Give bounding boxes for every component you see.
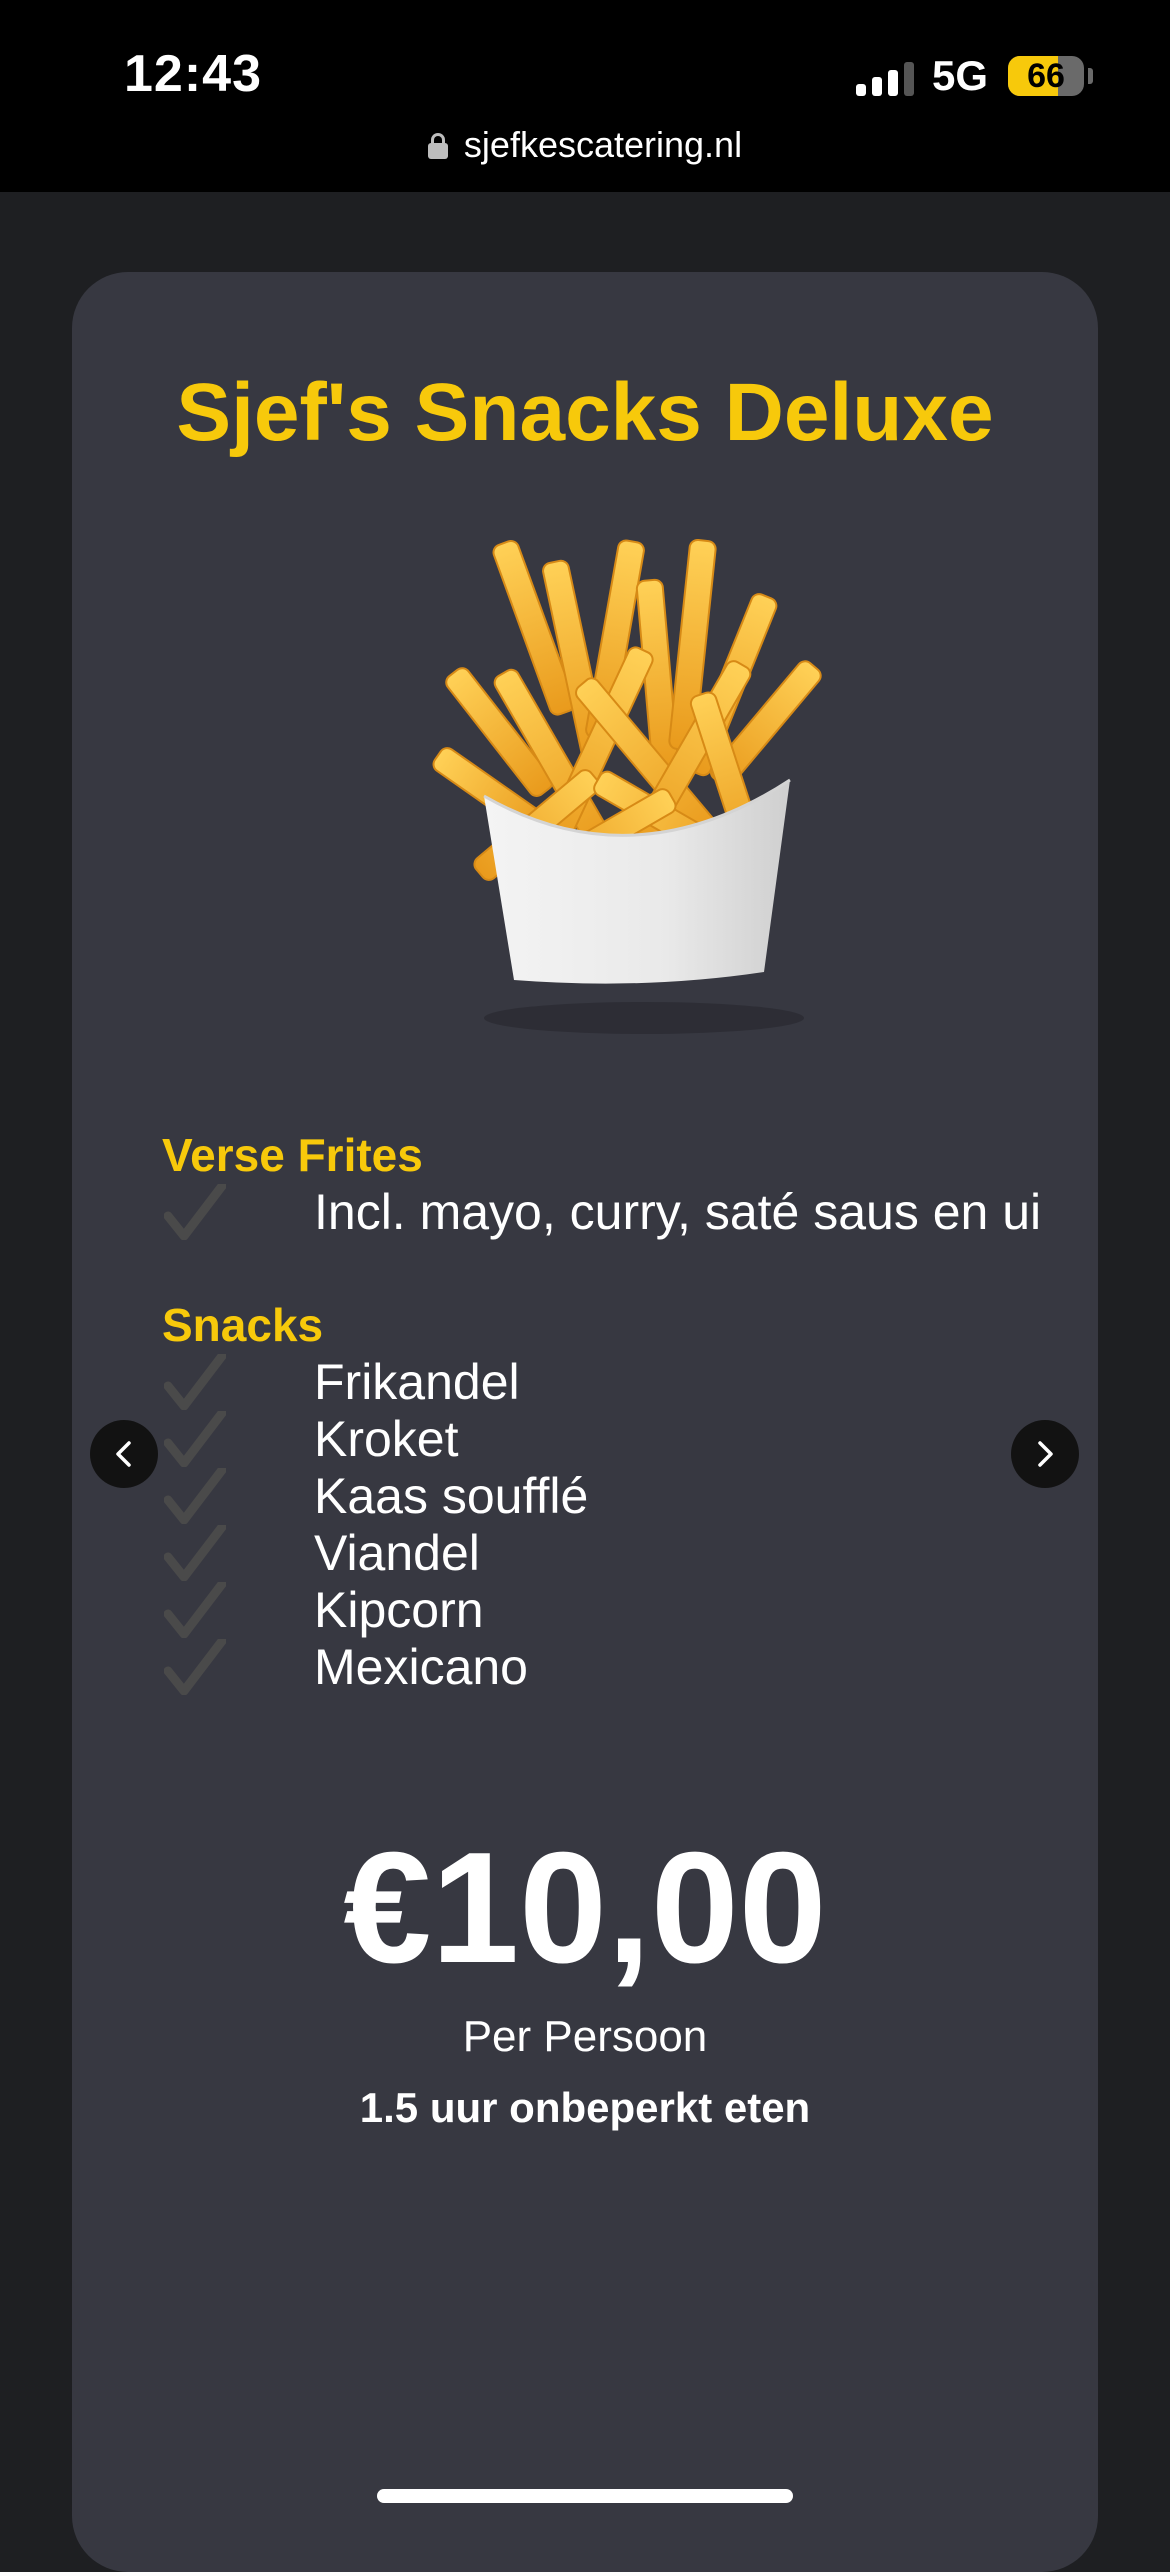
price-unit: Per Persoon bbox=[462, 2012, 708, 2061]
item-label: Frikandel bbox=[314, 1354, 520, 1410]
check-icon bbox=[164, 1354, 226, 1410]
status-time: 12:43 bbox=[124, 45, 262, 103]
check-icon bbox=[164, 1468, 226, 1524]
item-label: Kroket bbox=[314, 1411, 459, 1467]
item-label: Mexicano bbox=[314, 1639, 528, 1695]
carousel-next-button[interactable] bbox=[1011, 1420, 1079, 1488]
carousel-prev-button[interactable] bbox=[90, 1420, 158, 1488]
check-icon bbox=[164, 1582, 226, 1638]
network-type: 5G bbox=[932, 52, 989, 99]
check-icon bbox=[164, 1639, 226, 1695]
item-label: Kipcorn bbox=[314, 1582, 484, 1638]
battery-level: 66 bbox=[1027, 57, 1065, 95]
url-text: sjefkescatering.nl bbox=[463, 124, 743, 165]
battery-nub bbox=[1088, 68, 1093, 84]
section-title-fries: Verse Frites bbox=[162, 1129, 423, 1181]
signal-strength-icon bbox=[856, 62, 916, 96]
fries-image bbox=[432, 538, 822, 1034]
check-icon bbox=[164, 1184, 226, 1240]
check-icon bbox=[164, 1525, 226, 1581]
menu-card: Sjef's Snacks Deluxe Verse Frites Incl. … bbox=[72, 272, 1098, 2572]
section-title-snacks: Snacks bbox=[162, 1299, 324, 1351]
duration-text: 1.5 uur onbeperkt eten bbox=[359, 2084, 811, 2131]
chevron-left-icon bbox=[116, 1441, 131, 1467]
check-icon bbox=[164, 1411, 226, 1467]
item-label: Kaas soufflé bbox=[314, 1468, 589, 1524]
item-label: Viandel bbox=[314, 1525, 480, 1581]
battery-icon: 66 bbox=[1008, 56, 1084, 96]
status-bar: 12:43 5G 66 sjefkescatering.nl bbox=[0, 0, 1170, 192]
chevron-right-icon bbox=[1038, 1441, 1053, 1467]
lock-icon bbox=[427, 133, 448, 159]
package-title: Sjef's Snacks Deluxe bbox=[176, 367, 994, 458]
price: €10,00 bbox=[343, 1820, 827, 1996]
item-label: Incl. mayo, curry, saté saus en ui bbox=[314, 1184, 1042, 1240]
home-indicator[interactable] bbox=[377, 2489, 793, 2503]
address-bar[interactable]: sjefkescatering.nl bbox=[0, 124, 1170, 166]
